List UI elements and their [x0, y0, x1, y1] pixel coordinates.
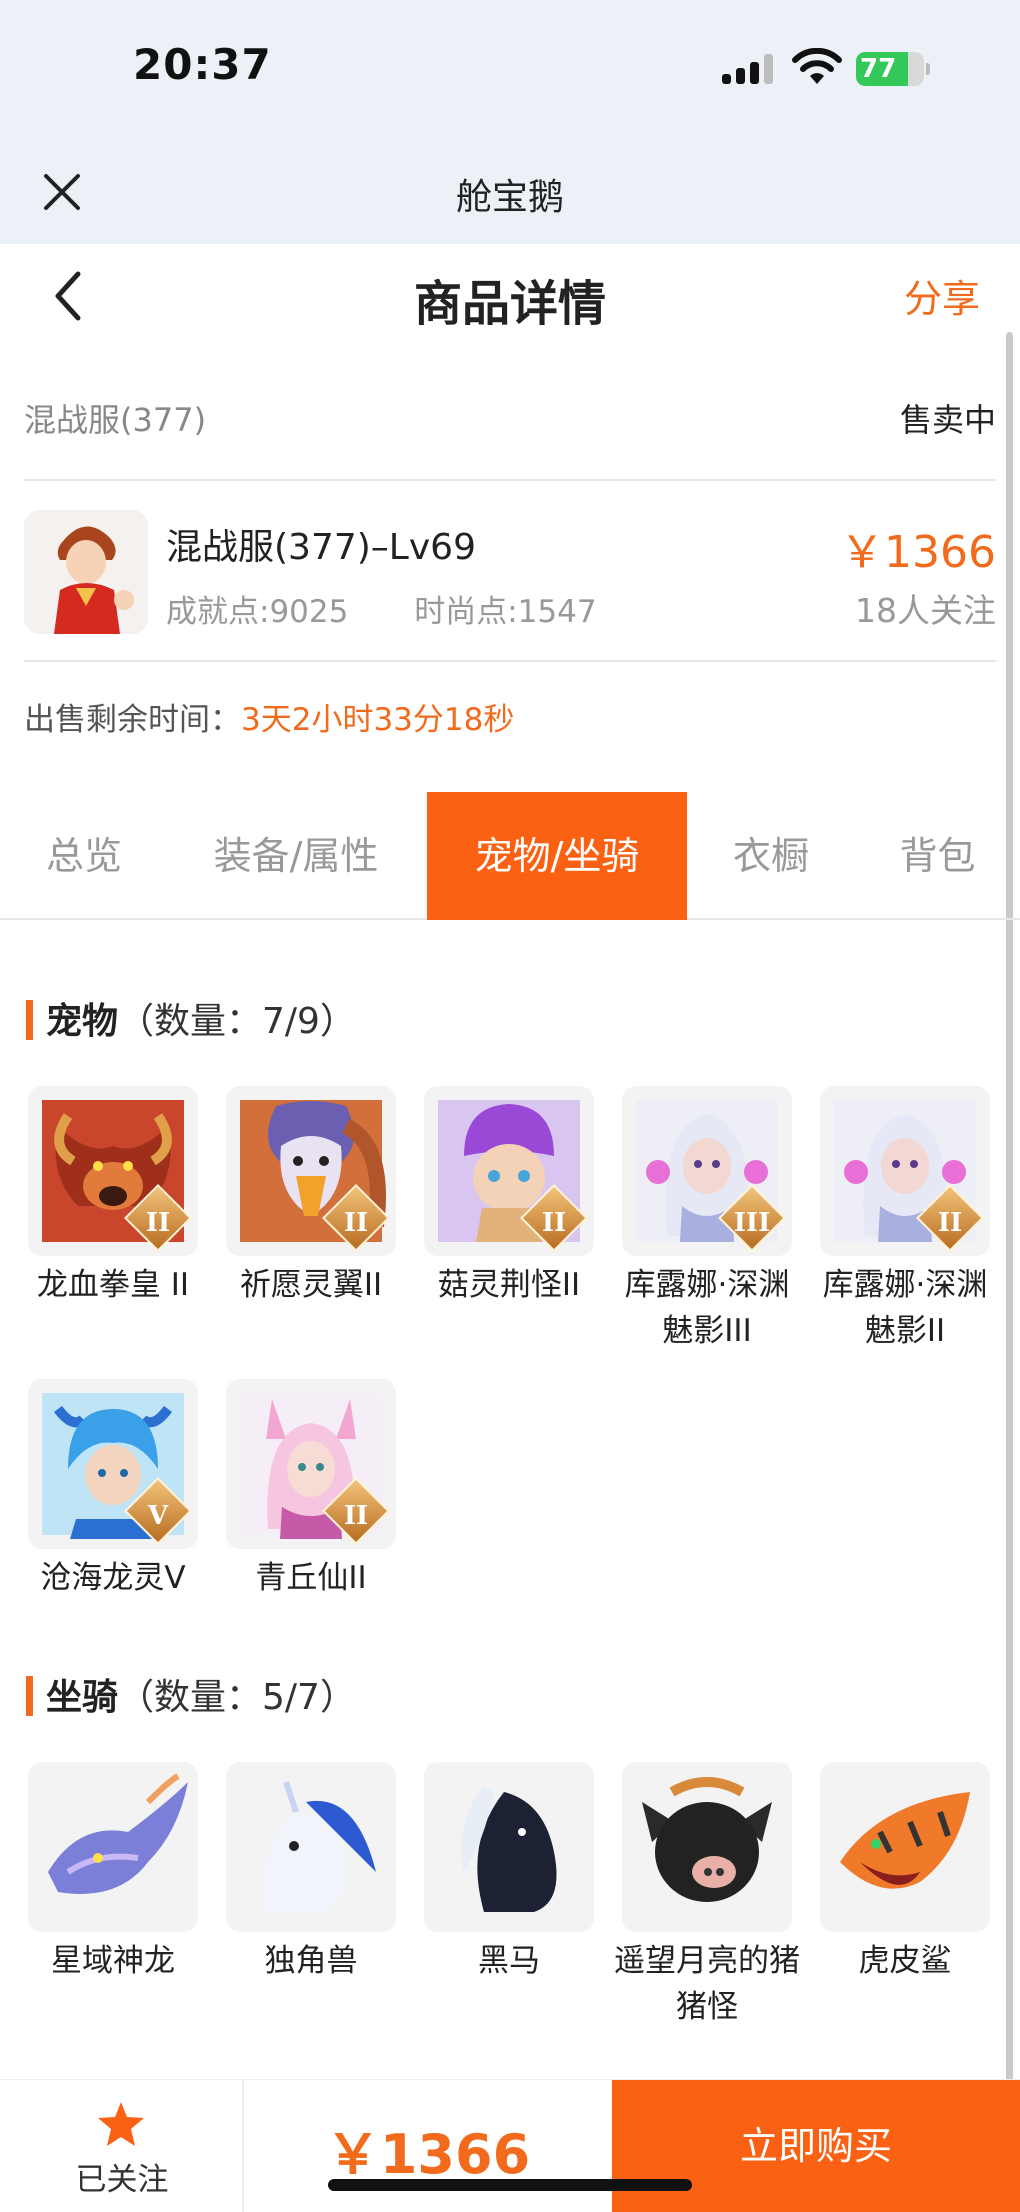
pet-card[interactable]: II 库露娜·深渊魅影II	[820, 1086, 990, 1354]
fox-girl-pet-icon: II	[226, 1379, 396, 1549]
divider	[24, 479, 996, 481]
battery-icon: 77	[856, 52, 930, 86]
character-name: 混战服(377)–Lv69	[166, 527, 476, 568]
follow-label: 已关注	[75, 2162, 169, 2198]
mount-card[interactable]: 遥望月亮的猪猪怪	[614, 1762, 800, 2030]
remaining-time-label: 出售剩余时间：	[24, 702, 241, 738]
pet-card[interactable]: II 龙血拳皇 II	[28, 1086, 198, 1308]
griffin-bird-pet-icon: II	[226, 1086, 396, 1256]
tab-pets-mounts[interactable]: 宠物/坐骑	[427, 792, 687, 920]
mount-card[interactable]: 星域神龙	[28, 1762, 198, 1984]
battery-level: 77	[860, 54, 897, 84]
cellular-signal-icon	[722, 54, 776, 84]
pet-card[interactable]: III 库露娜·深渊魅影III	[622, 1086, 792, 1354]
tab-bar: 总览 装备/属性 宠物/坐骑 衣橱 背包	[0, 792, 1020, 920]
sale-status: 售卖中	[899, 401, 996, 439]
pet-name: 龙血拳皇 II	[36, 1267, 190, 1303]
purple-mushroom-pet-icon: II	[424, 1086, 594, 1256]
pet-name: 祈愿灵翼II	[239, 1267, 383, 1303]
share-button[interactable]: 分享	[904, 268, 980, 323]
pet-name: 沧海龙灵V	[40, 1560, 186, 1596]
pet-card[interactable]: II 祈愿灵翼II	[226, 1086, 396, 1308]
remaining-time: 出售剩余时间：3天2小时33分18秒	[24, 694, 514, 739]
pets-section-header: 宠物（数量：7/9）	[26, 992, 356, 1044]
home-indicator[interactable]	[328, 2179, 692, 2191]
tab-equipment[interactable]: 装备/属性	[168, 792, 424, 920]
mount-name: 黑马	[478, 1943, 540, 1979]
pet-grade-badge: II	[145, 1208, 171, 1238]
tab-backpack[interactable]: 背包	[855, 792, 1020, 920]
achievement-points: 成就点:9025	[166, 594, 349, 630]
mount-card[interactable]: 虎皮鲨	[820, 1762, 990, 1984]
tab-wardrobe[interactable]: 衣橱	[687, 792, 855, 920]
section-marker	[26, 1000, 33, 1040]
pet-grade-badge: II	[541, 1208, 567, 1238]
pet-grade-badge: II	[343, 1208, 369, 1238]
pet-grade-badge: II	[343, 1501, 369, 1531]
status-bar: 20:37 77	[0, 0, 1020, 140]
pet-grade-badge: III	[733, 1208, 771, 1238]
bottom-price: ￥1366	[325, 2123, 531, 2186]
divider	[24, 660, 996, 662]
red-dragon-fist-pet-icon: II	[28, 1086, 198, 1256]
mount-name: 遥望月亮的猪猪怪	[614, 1943, 800, 2025]
star-icon	[98, 2102, 144, 2146]
star-dragon-mount-icon	[28, 1762, 198, 1932]
listing-price: ￥1366	[840, 527, 996, 578]
mount-card[interactable]: 独角兽	[226, 1762, 396, 1984]
mount-name: 星域神龙	[51, 1943, 175, 1979]
pets-section-title: 宠物	[46, 1001, 119, 1042]
black-horse-mount-icon	[424, 1762, 594, 1932]
pet-grade-badge: II	[937, 1208, 963, 1238]
pets-count: （数量：7/9）	[118, 1001, 356, 1042]
scrollbar[interactable]	[1006, 332, 1013, 2082]
fashion-points: 时尚点:1547	[414, 594, 597, 630]
pet-card[interactable]: II 菇灵荆怪II	[424, 1086, 594, 1308]
pet-grade-badge: V	[147, 1501, 169, 1531]
mounts-count: （数量：5/7）	[118, 1677, 356, 1718]
pet-card[interactable]: V 沧海龙灵V	[28, 1379, 198, 1601]
app-header: 舱宝鹅	[0, 140, 1020, 244]
pet-name: 库露娜·深渊魅影III	[624, 1267, 790, 1349]
unicorn-mount-icon	[226, 1762, 396, 1932]
pig-monster-mount-icon	[622, 1762, 792, 1932]
status-time: 20:37	[133, 40, 272, 89]
mount-name: 独角兽	[264, 1943, 358, 1979]
nav-bar: 商品详情 分享	[0, 244, 1020, 354]
section-marker	[26, 1676, 33, 1716]
mounts-section-title: 坐骑	[46, 1677, 119, 1718]
pet-name: 库露娜·深渊魅影II	[822, 1267, 988, 1349]
app-title: 舱宝鹅	[455, 177, 564, 218]
follow-button[interactable]: 已关注	[0, 2080, 244, 2212]
bottom-action-bar: 已关注 ￥1366 立即购买	[0, 2079, 1020, 2212]
tiger-shark-mount-icon	[820, 1762, 990, 1932]
buy-now-button[interactable]: 立即购买	[612, 2080, 1020, 2212]
page-title: 商品详情	[413, 276, 606, 332]
mount-card[interactable]: 黑马	[424, 1762, 594, 1984]
pet-name: 青丘仙II	[255, 1560, 367, 1596]
server-label: 混战服(377)	[24, 401, 207, 439]
mounts-section-header: 坐骑（数量：5/7）	[26, 1668, 356, 1720]
white-hair-girl-pet-icon: III	[622, 1086, 792, 1256]
pet-card[interactable]: II 青丘仙II	[226, 1379, 396, 1601]
wifi-icon	[792, 48, 842, 84]
remaining-time-value: 3天2小时33分18秒	[241, 702, 515, 738]
white-hair-girl-pet-icon: II	[820, 1086, 990, 1256]
character-stats: 成就点:9025 时尚点:1547	[166, 586, 653, 631]
character-avatar	[24, 510, 148, 634]
tab-overview[interactable]: 总览	[0, 792, 168, 920]
follower-count: 18人关注	[855, 591, 996, 630]
pet-name: 菇灵荆怪II	[437, 1267, 581, 1303]
blue-dragon-boy-pet-icon: V	[28, 1379, 198, 1549]
mount-name: 虎皮鲨	[858, 1943, 952, 1979]
